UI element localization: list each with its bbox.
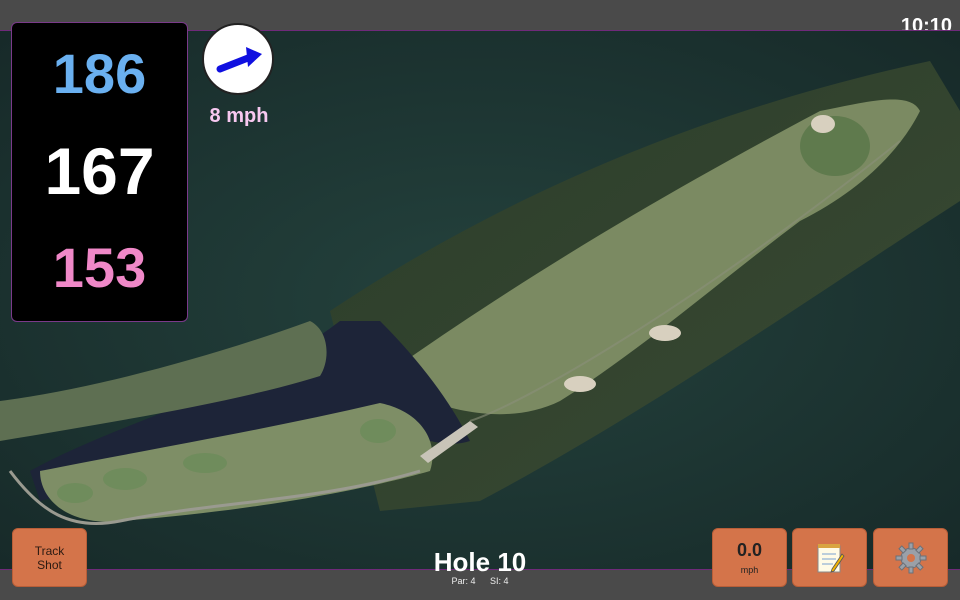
yardage-panel: 186 167 153 xyxy=(11,22,188,322)
front-yardage: 153 xyxy=(52,236,147,299)
track-shot-button[interactable]: Track Shot xyxy=(12,528,87,587)
middle-yardage: 167 xyxy=(44,134,155,208)
wind-speed: 8 mph xyxy=(209,105,269,127)
notepad-icon xyxy=(817,543,845,573)
notes-button[interactable] xyxy=(792,528,867,587)
speed-value: 0.0 xyxy=(736,540,763,560)
wind-direction-dial xyxy=(202,23,274,95)
hole-par: Par: 4 xyxy=(451,576,476,586)
wind-arrow-icon xyxy=(216,47,262,73)
hole-stroke-index: SI: 4 xyxy=(490,576,509,586)
settings-button[interactable] xyxy=(873,528,948,587)
track-shot-label-line2: Shot xyxy=(37,557,62,572)
hole-title: Hole 10 xyxy=(433,547,527,577)
track-shot-label-line1: Track xyxy=(34,543,65,558)
gear-icon xyxy=(895,542,926,573)
speed-button[interactable]: 0.0 mph xyxy=(712,528,787,587)
back-yardage: 186 xyxy=(52,42,147,105)
hole-details: Par: 4 SI: 4 xyxy=(400,576,560,586)
speed-unit: mph xyxy=(740,565,759,575)
hole-info: Hole 10 Par: 4 SI: 4 xyxy=(400,548,560,586)
